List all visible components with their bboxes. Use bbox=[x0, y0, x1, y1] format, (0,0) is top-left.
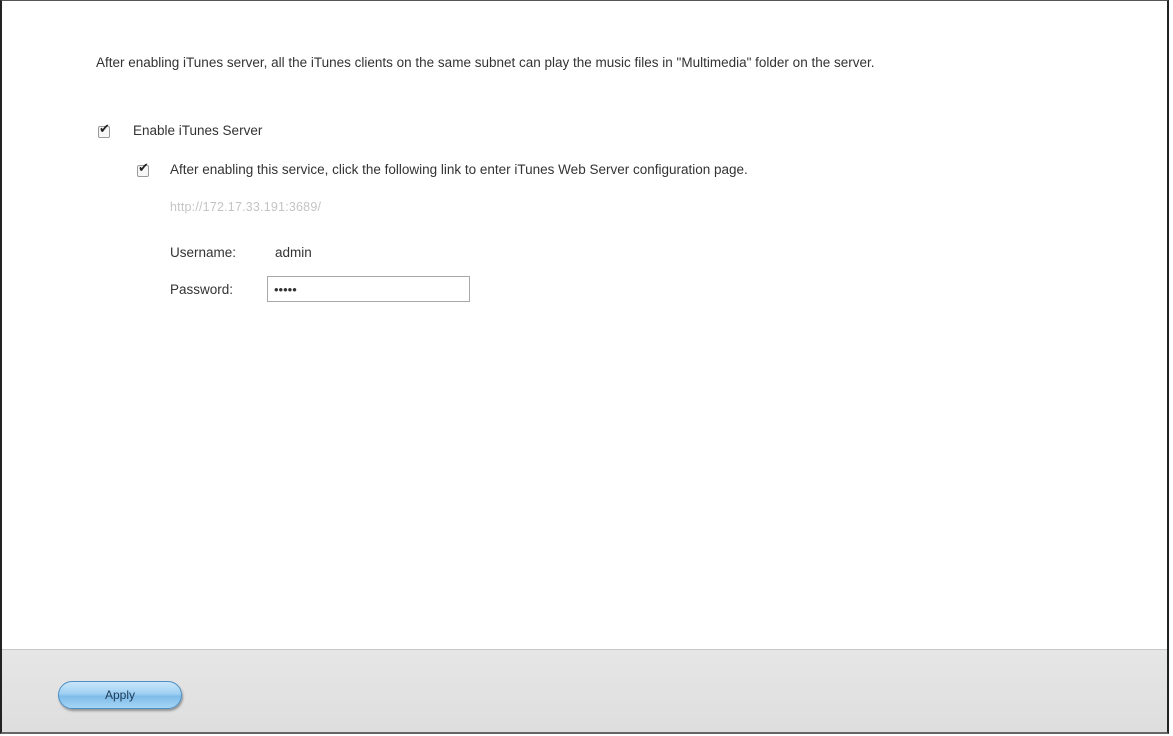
apply-button[interactable]: Apply bbox=[58, 681, 182, 709]
web-config-checkbox[interactable]: ✔ bbox=[137, 161, 149, 177]
itunes-web-server-link[interactable]: http://172.17.33.191:3689/ bbox=[170, 200, 321, 214]
password-input[interactable] bbox=[267, 276, 470, 302]
settings-content: After enabling iTunes server, all the iT… bbox=[2, 1, 1167, 649]
username-label: Username: bbox=[170, 245, 237, 260]
web-config-label[interactable]: After enabling this service, click the f… bbox=[170, 162, 748, 177]
itunes-description: After enabling iTunes server, all the iT… bbox=[96, 55, 875, 70]
enable-itunes-label[interactable]: Enable iTunes Server bbox=[133, 123, 262, 138]
password-label: Password: bbox=[170, 282, 234, 297]
footer-bar: Apply bbox=[2, 649, 1167, 732]
itunes-settings-panel: After enabling iTunes server, all the iT… bbox=[0, 0, 1169, 734]
enable-itunes-checkbox[interactable]: ✔ bbox=[98, 122, 110, 138]
username-value: admin bbox=[275, 245, 312, 260]
checkmark-icon: ✔ bbox=[99, 122, 110, 137]
checkmark-icon: ✔ bbox=[138, 161, 149, 176]
